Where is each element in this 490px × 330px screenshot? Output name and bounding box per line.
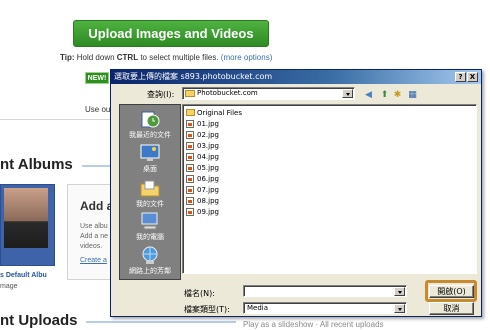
upload-images-button[interactable]: Upload Images and Videos — [73, 20, 269, 47]
place-network[interactable]: 網路上的芳鄰 — [120, 245, 180, 276]
filetype-dropdown[interactable]: Media — [243, 302, 407, 314]
place-recent[interactable]: 我最近的文件 — [120, 109, 180, 140]
dialog-title: 選取要上傳的檔案 s893.photobucket.com — [114, 72, 273, 81]
place-label: 我的文件 — [136, 200, 164, 208]
my-computer-icon — [140, 211, 160, 231]
folder-icon — [185, 90, 195, 97]
filetype-value: Media — [247, 304, 269, 312]
tip-key: CTRL — [116, 53, 139, 62]
add-desc-line: Add a ne — [80, 233, 109, 240]
heading-rule — [86, 321, 236, 323]
add-album-description: Use albu Add a ne videos. — [80, 222, 110, 252]
file-name: 01.jpg — [197, 120, 219, 128]
folder-name: Original Files — [197, 109, 242, 117]
place-desktop[interactable]: 桌面 — [120, 143, 180, 174]
add-desc-line: Use albu — [80, 223, 108, 230]
chevron-down-icon[interactable] — [394, 304, 405, 313]
place-label: 我最近的文件 — [129, 131, 171, 139]
open-button-highlight — [425, 280, 477, 302]
image-file-icon — [186, 142, 194, 150]
filetype-label: 檔案類型(T): — [184, 305, 230, 314]
help-button[interactable]: ? — [455, 72, 466, 82]
recent-documents-icon — [140, 109, 160, 129]
file-name: 08.jpg — [197, 197, 219, 205]
tip-text: Hold down — [74, 53, 117, 62]
close-button[interactable]: X — [467, 72, 478, 82]
album-photo — [4, 188, 48, 248]
place-label: 網路上的芳鄰 — [129, 267, 171, 275]
filename-input[interactable] — [243, 285, 407, 297]
file-name: 07.jpg — [197, 186, 219, 194]
file-name: 09.jpg — [197, 208, 219, 216]
file-name: 02.jpg — [197, 131, 219, 139]
slideshow-links[interactable]: Play as a slideshow · All recent uploads — [243, 320, 384, 329]
file-list[interactable]: Original Files 01.jpg 02.jpg 03.jpg 04.j… — [182, 104, 477, 274]
image-file-icon — [186, 153, 194, 161]
chevron-down-icon[interactable] — [394, 287, 405, 296]
file-name: 04.jpg — [197, 153, 219, 161]
folder-icon — [186, 109, 195, 116]
use-our-text: Use ou — [85, 105, 111, 114]
recent-albums-heading: nt Albums — [0, 156, 73, 173]
lookin-dropdown[interactable]: Photobucket.com — [182, 87, 355, 100]
lookin-value: Photobucket.com — [197, 89, 258, 97]
file-name: 06.jpg — [197, 175, 219, 183]
places-bar: 我最近的文件 桌面 我的文件 我的電腦 網路上的芳鄰 — [119, 104, 181, 280]
image-file-icon — [186, 186, 194, 194]
heading-rule — [82, 165, 112, 167]
place-label: 我的電腦 — [136, 233, 164, 241]
network-places-icon — [140, 245, 160, 265]
up-folder-icon[interactable]: ⬆ — [379, 90, 390, 101]
add-desc-line: videos. — [80, 243, 103, 250]
file-name: 03.jpg — [197, 142, 219, 150]
lookin-label: 查詢(I): — [147, 90, 175, 99]
tip-suffix: to select multiple files. — [138, 53, 221, 62]
album-thumbnail[interactable] — [0, 184, 55, 266]
more-options-link[interactable]: (more options) — [221, 53, 273, 62]
image-file-icon — [186, 208, 194, 216]
album-name-link[interactable]: s Default Albu — [0, 272, 47, 279]
file-name: 05.jpg — [197, 164, 219, 172]
image-file-icon — [186, 197, 194, 205]
place-my-documents[interactable]: 我的文件 — [120, 178, 180, 209]
back-icon[interactable]: ◀ — [363, 90, 374, 101]
upload-tip: Tip: Hold down CTRL to select multiple f… — [60, 53, 272, 62]
desktop-icon — [140, 143, 160, 163]
screen: Upload Images and Videos Tip: Hold down … — [0, 0, 490, 330]
new-badge: NEW! — [85, 72, 109, 84]
new-folder-icon[interactable]: ✱ — [392, 90, 403, 101]
album-count: mage — [0, 283, 18, 290]
recent-uploads-heading: nt Uploads — [0, 312, 78, 329]
my-documents-icon — [140, 178, 160, 198]
cancel-button[interactable]: 取消 — [429, 302, 474, 315]
image-file-icon — [186, 164, 194, 172]
dialog-titlebar[interactable]: 選取要上傳的檔案 s893.photobucket.com ? X — [111, 70, 481, 84]
view-menu-icon[interactable]: ▦ — [407, 90, 418, 101]
tip-prefix: Tip: — [60, 53, 75, 62]
page-divider — [0, 119, 110, 120]
image-file-icon — [186, 120, 194, 128]
chevron-down-icon[interactable] — [342, 89, 353, 98]
create-album-link[interactable]: Create a — [80, 257, 107, 264]
add-album-title: Add a — [80, 199, 114, 213]
image-file-icon — [186, 175, 194, 183]
filename-label: 檔名(N): — [184, 289, 215, 298]
image-file-icon — [186, 131, 194, 139]
place-my-computer[interactable]: 我的電腦 — [120, 211, 180, 242]
place-label: 桌面 — [143, 165, 157, 173]
